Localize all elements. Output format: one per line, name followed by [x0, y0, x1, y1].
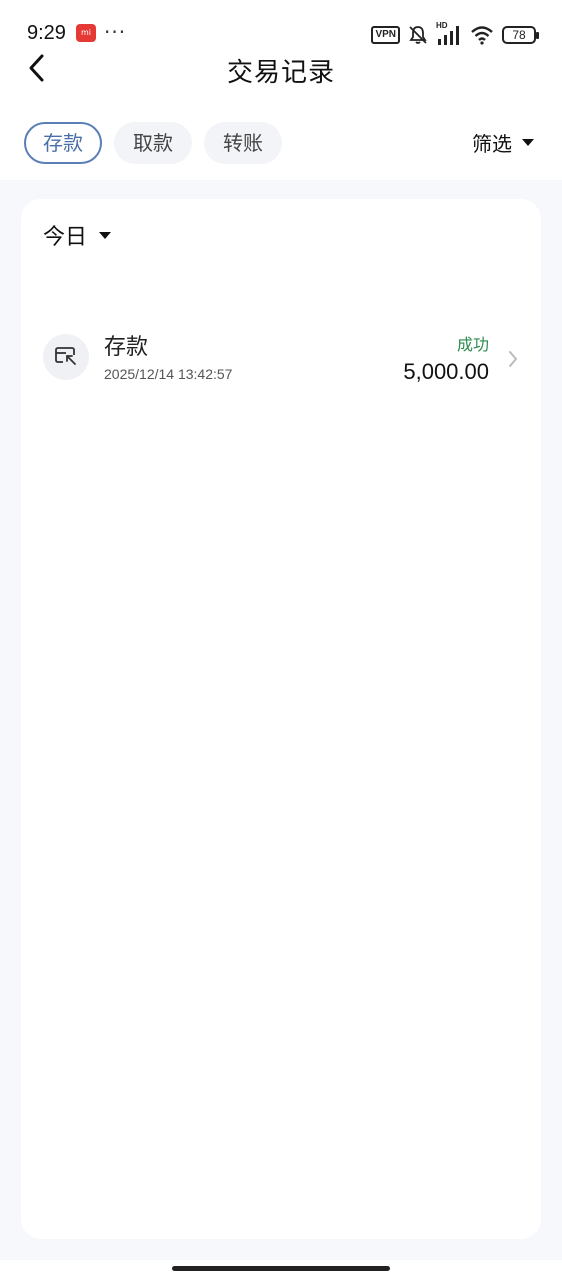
date-range-selector[interactable]: 今日 [43, 219, 112, 251]
deposit-icon [43, 334, 89, 380]
home-indicator[interactable] [172, 1266, 390, 1271]
transaction-time: 2025/12/14 13:42:57 [104, 366, 233, 382]
status-badge: 成功 [456, 335, 489, 354]
transaction-type: 存款 [104, 335, 149, 360]
header: 交易记录 [0, 40, 562, 100]
list-item[interactable]: 存款 2025/12/14 13:42:57 成功 5,000.00 [21, 319, 541, 399]
page-title: 交易记录 [226, 58, 335, 88]
chevron-right-icon [509, 351, 517, 367]
tab-deposit[interactable]: 存款 [24, 122, 102, 164]
filter-button[interactable]: 筛选 [472, 128, 534, 157]
tab-transfer[interactable]: 转账 [204, 122, 282, 164]
transaction-amount: 5,000.00 [403, 359, 489, 384]
filter-label: 筛选 [472, 132, 512, 156]
caret-down-icon [99, 231, 112, 239]
date-range-label: 今日 [43, 225, 88, 250]
tab-withdraw[interactable]: 取款 [114, 122, 192, 164]
caret-down-icon [522, 139, 534, 146]
transaction-list-card: 今日 存款 2025/12/14 13:42:57 成功 5,000.00 [21, 199, 541, 1239]
tab-bar: 存款 取款 转账 筛选 [0, 120, 562, 166]
